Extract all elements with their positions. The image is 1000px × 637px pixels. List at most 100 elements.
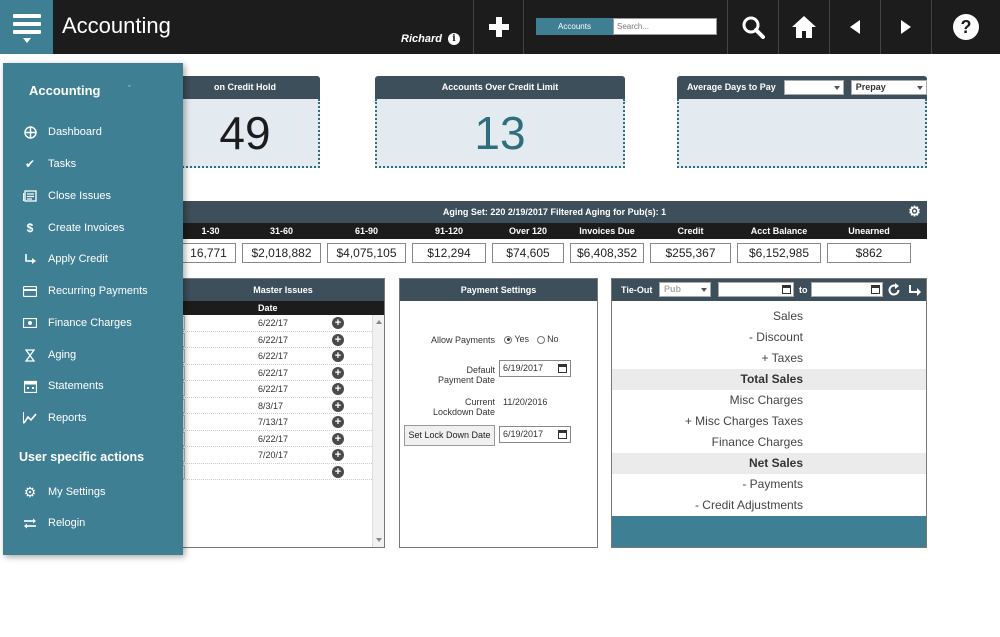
allow-payments-no-radio[interactable] [536, 335, 545, 344]
no-label: No [547, 334, 559, 344]
tie-out-footer [612, 516, 926, 547]
menu-icon [12, 13, 41, 18]
aging-value[interactable]: $4,075,105 [327, 243, 406, 263]
aging-value[interactable]: 16,771 [182, 243, 236, 263]
aging-col-header: 91-120 [434, 226, 464, 236]
search-input[interactable] [613, 18, 717, 35]
aging-value[interactable]: $862 [827, 243, 911, 263]
payment-settings-title: Payment Settings [400, 279, 597, 301]
scroll-up-icon[interactable] [376, 320, 382, 324]
side-menu-item-tasks[interactable]: ✔ Tasks [23, 153, 76, 175]
aging-value[interactable]: $6,152,985 [737, 243, 821, 263]
home-button[interactable] [778, 0, 828, 54]
info-icon[interactable]: i [448, 33, 460, 45]
tie-out-title: Tie-Out [621, 285, 653, 295]
aging-col-header: Over 120 [508, 226, 548, 236]
master-issues-panel: Master Issues Date 6/22/17 + 6/22/17 + 6/2… [182, 278, 385, 548]
aging-value[interactable]: $6,408,352 [570, 243, 644, 263]
pub-select[interactable]: Pub [659, 282, 711, 297]
add-circle-icon[interactable]: + [332, 465, 344, 478]
table-row: 6/22/17 + [182, 381, 384, 398]
avg-days-to-pay-card: Average Days to Pay Prepay [677, 76, 927, 168]
aging-value[interactable]: $255,367 [650, 243, 731, 263]
chevron-down-icon[interactable]: ˇ [128, 84, 131, 94]
aging-col-header: 1-30 [201, 226, 220, 236]
add-circle-icon[interactable]: + [332, 317, 344, 329]
menu-icon-bar [12, 21, 41, 26]
table-row: 6/22/17 + [182, 431, 384, 447]
add-button[interactable] [473, 0, 523, 54]
add-circle-icon[interactable]: + [332, 449, 344, 461]
aging-col-header: Credit [677, 226, 704, 236]
user-name[interactable]: Richard [401, 33, 442, 45]
over-credit-limit-count[interactable]: 13 [474, 106, 525, 160]
tie-out-start-date[interactable] [718, 282, 794, 297]
search-scope-select[interactable]: Accounts [536, 18, 613, 35]
side-menu-item-statements[interactable]: Statements [23, 375, 104, 397]
add-circle-icon[interactable]: + [332, 333, 344, 346]
credit-hold-count[interactable]: 49 [219, 106, 270, 160]
table-row: 6/22/17 + [182, 315, 384, 332]
search-button[interactable] [727, 0, 777, 54]
over-credit-limit-title: Accounts Over Credit Limit [375, 76, 625, 99]
line-chart-icon [23, 411, 37, 425]
tie-out-end-date[interactable] [811, 282, 883, 297]
add-circle-icon[interactable]: + [332, 399, 344, 412]
side-menu-item-recurring-payments[interactable]: Recurring Payments [23, 280, 148, 302]
set-lock-down-date-button[interactable]: Set Lock Down Date [404, 425, 495, 446]
export-arrow-icon[interactable] [908, 283, 922, 297]
side-menu-item-finance-charges[interactable]: Finance Charges [23, 312, 132, 334]
svg-text:?: ? [961, 17, 972, 37]
calendar-icon[interactable] [871, 285, 880, 294]
calendar-icon[interactable] [558, 430, 567, 439]
relogin-icon [23, 516, 37, 530]
side-menu-item-aging[interactable]: Aging [23, 344, 76, 366]
side-menu-item-dashboard[interactable]: Dashboard [23, 121, 102, 143]
aging-value[interactable]: $74,605 [492, 243, 564, 263]
add-circle-icon[interactable]: + [332, 350, 344, 362]
yes-label: Yes [514, 334, 530, 344]
side-menu-item-create-invoices[interactable]: $ Create Invoices [23, 217, 125, 239]
side-menu-item-my-settings[interactable]: ⚙ My Settings [23, 481, 106, 503]
side-menu-item-close-issues[interactable]: Close Issues [23, 185, 111, 207]
side-menu-item-reports[interactable]: Reports [23, 407, 87, 429]
aging-value[interactable]: $12,294 [412, 243, 486, 263]
scroll-down-icon[interactable] [376, 538, 382, 542]
add-circle-icon[interactable]: + [332, 383, 344, 395]
side-menu-title[interactable]: Accounting [29, 83, 101, 98]
aging-panel: Aging Set: 220 2/19/2017 Filtered Aging … [182, 201, 927, 267]
default-payment-date-input[interactable]: 6/19/2017 [499, 360, 571, 377]
back-button[interactable] [829, 0, 879, 54]
help-button[interactable]: ? [931, 0, 1000, 54]
master-issues-title: Master Issues [182, 279, 384, 301]
avg-days-to-pay-title: Average Days to Pay [687, 82, 776, 92]
tie-out-row: Misc Charges [729, 393, 803, 407]
credit-hold-card: on Credit Hold 49 [170, 76, 320, 168]
avg-days-type-select[interactable]: Prepay [850, 80, 927, 96]
tie-out-total-row: Total Sales [612, 369, 926, 390]
lock-down-date-input[interactable]: 6/19/2017 [499, 426, 571, 443]
calendar-icon[interactable] [558, 364, 567, 373]
calendar-icon[interactable] [782, 285, 791, 294]
table-row: 6/22/17 + [182, 332, 384, 348]
tie-out-row: - Discount [748, 330, 803, 344]
add-circle-icon[interactable]: + [332, 432, 344, 445]
avg-days-period-select[interactable] [784, 80, 845, 96]
aging-value[interactable]: $2,018,882 [242, 243, 321, 263]
add-circle-icon[interactable]: + [332, 366, 344, 379]
side-menu: Accounting ˇ Dashboard ✔ Tasks Close Iss… [3, 63, 183, 555]
crosshair-icon [23, 125, 37, 139]
refresh-icon[interactable] [887, 283, 901, 297]
add-circle-icon[interactable]: + [332, 416, 344, 428]
payment-settings-panel: Payment Settings Allow Payments Yes No D… [399, 278, 598, 548]
gear-icon[interactable]: ⚙ [908, 204, 921, 218]
menu-toggle-button[interactable] [0, 0, 53, 54]
side-menu-item-relogin[interactable]: Relogin [23, 512, 85, 534]
scrollbar[interactable] [372, 315, 384, 547]
master-issues-list: 6/22/17 + 6/22/17 + 6/22/17 + 6/22/17 + 6/22… [182, 315, 384, 480]
search-area: Accounts [523, 0, 726, 54]
search-icon [742, 16, 765, 39]
side-menu-item-apply-credit[interactable]: Apply Credit [23, 248, 108, 270]
forward-button[interactable] [880, 0, 930, 54]
allow-payments-yes-radio[interactable] [504, 335, 512, 344]
